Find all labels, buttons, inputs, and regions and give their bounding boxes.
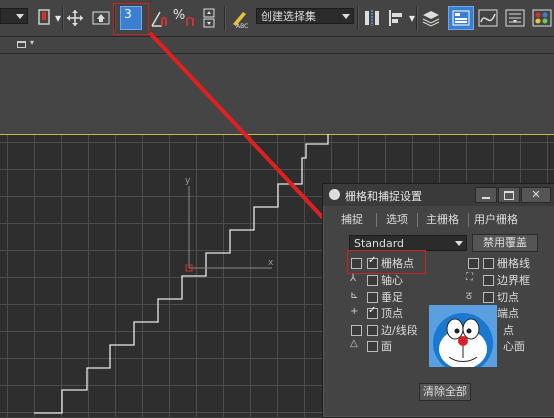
tangent-icon: ठ — [466, 291, 472, 302]
pivot-icon: ⅄ — [350, 273, 357, 284]
endpoint-label: 端点 — [497, 307, 519, 320]
vertex-checkbox[interactable] — [367, 305, 378, 319]
bounding-box-label: 边界框 — [497, 274, 530, 287]
clear-all-label: 清除全部 — [423, 385, 467, 398]
face-icon: △ — [350, 338, 358, 349]
override-off-label: 禁用覆盖 — [483, 236, 527, 249]
tab-options-label: 选项 — [386, 213, 408, 226]
tab-home-grid[interactable]: 主栅格 — [426, 212, 459, 228]
bounding-box-icon: ⛶ — [466, 272, 473, 283]
perpendicular-icon: ⊾ — [350, 290, 359, 301]
override-off-button[interactable]: 禁用覆盖 — [472, 234, 538, 252]
face-checkbox[interactable] — [367, 341, 378, 352]
clear-all-button[interactable]: 清除全部 — [419, 383, 471, 401]
chevron-down-icon — [455, 241, 463, 246]
viewport-y-axis-label: y — [185, 176, 191, 186]
tab-user-grids[interactable]: 用户栅格 — [474, 212, 518, 228]
edge-checkbox[interactable] — [367, 325, 378, 336]
tangent-label: 切点 — [497, 291, 519, 304]
pivot-label: 轴心 — [381, 274, 403, 287]
midpoint-label: 点 — [503, 324, 514, 337]
app-logo-icon — [329, 189, 340, 200]
center-face-label: 心面 — [503, 340, 525, 353]
tab-user-grids-label: 用户栅格 — [474, 213, 518, 226]
grid-lines-type-box — [468, 258, 479, 269]
maximize-icon — [504, 191, 514, 200]
close-icon: ✕ — [531, 188, 541, 201]
vertex-icon: + — [350, 306, 359, 317]
tab-snaps[interactable]: 捕捉 — [341, 212, 363, 228]
tab-divider — [417, 213, 418, 227]
snap-type-value: Standard — [354, 237, 405, 250]
bounding-box-checkbox[interactable] — [483, 275, 494, 286]
dialog-title: 栅格和捕捉设置 — [345, 190, 422, 203]
grid-snap-settings-dialog: 栅格和捕捉设置 ✕ 捕捉 选项 主栅格 用户栅格 Standard 禁用覆盖 栅… — [322, 183, 554, 418]
tab-options[interactable]: 选项 — [386, 212, 408, 228]
edge-label: 边/线段 — [381, 324, 418, 337]
grid-lines-label: 栅格线 — [497, 257, 530, 270]
vertex-label: 顶点 — [381, 307, 403, 320]
snap-type-dropdown[interactable]: Standard — [349, 235, 467, 251]
grid-points-highlight — [347, 250, 426, 274]
grid-lines-checkbox[interactable] — [483, 258, 494, 269]
tab-divider — [376, 213, 377, 227]
viewport-x-axis-label: x — [268, 258, 274, 268]
edge-icon — [351, 325, 362, 336]
tab-snaps-label: 捕捉 — [341, 213, 363, 226]
close-button[interactable]: ✕ — [521, 187, 551, 203]
tab-home-grid-label: 主栅格 — [426, 213, 459, 226]
cartoon-sticker-image — [429, 305, 497, 367]
perpendicular-checkbox[interactable] — [367, 292, 378, 303]
minimize-button[interactable] — [475, 187, 497, 203]
tab-divider — [468, 213, 469, 227]
dialog-title-bar[interactable]: 栅格和捕捉设置 ✕ — [323, 184, 554, 206]
maximize-button[interactable] — [498, 187, 520, 203]
tangent-checkbox[interactable] — [483, 292, 494, 303]
pivot-checkbox[interactable] — [367, 275, 378, 286]
face-label: 面 — [381, 340, 392, 353]
minimize-icon — [482, 197, 490, 199]
perpendicular-label: 垂足 — [381, 291, 403, 304]
